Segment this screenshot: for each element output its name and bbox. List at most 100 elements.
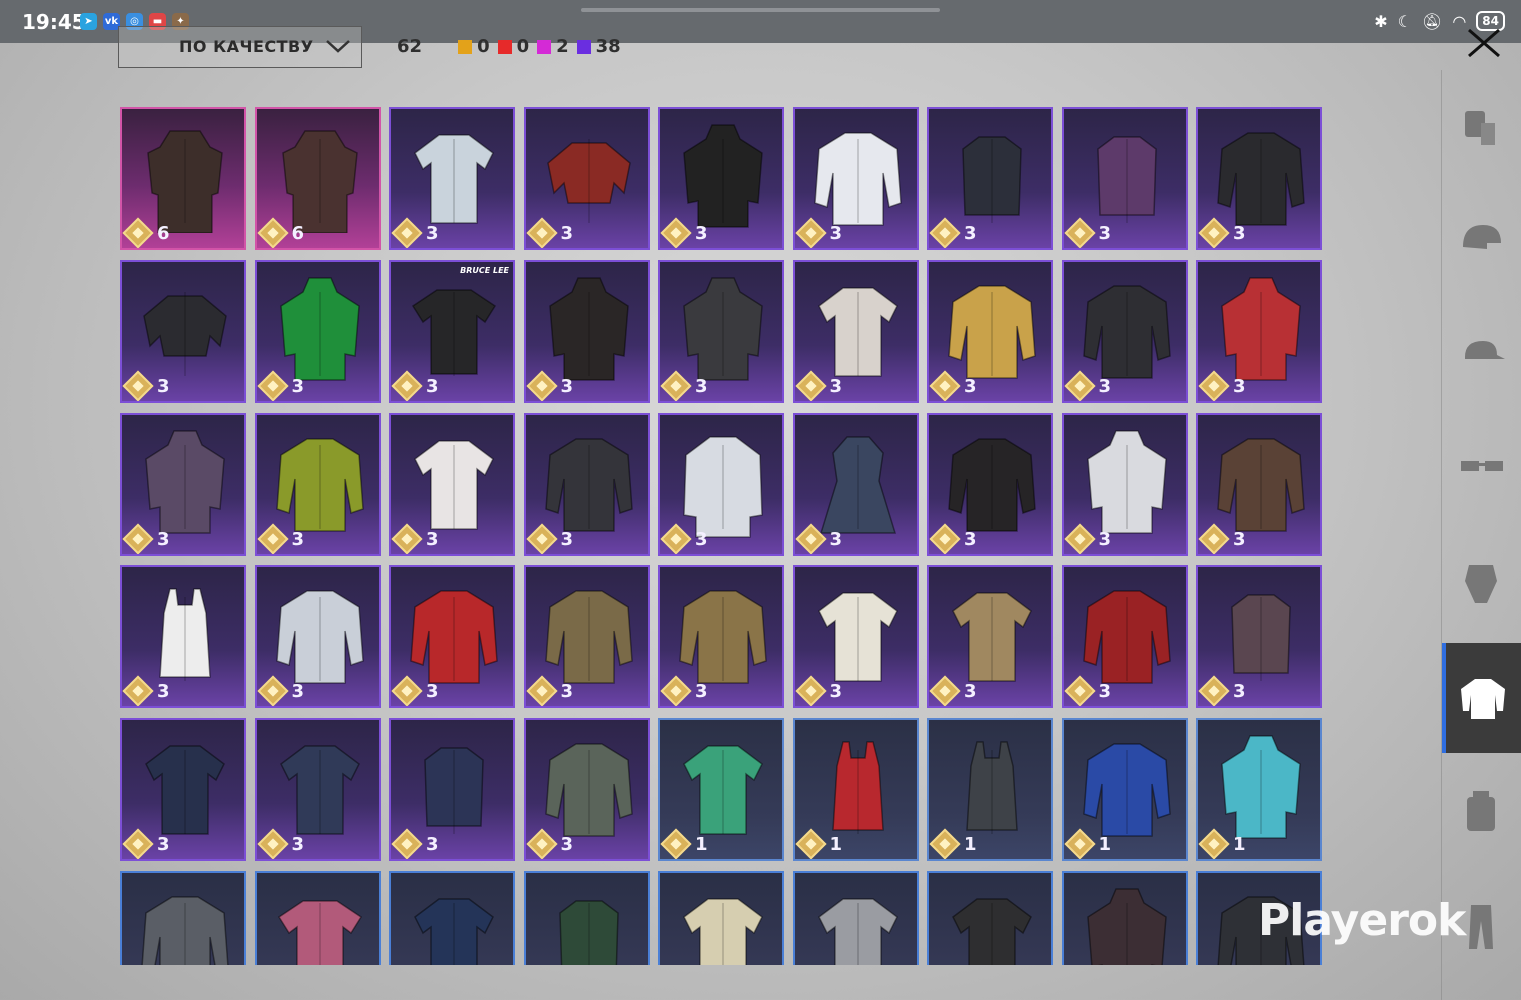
item-value: 3 (426, 375, 439, 397)
item-tile[interactable]: 3 (254, 718, 381, 862)
item-tile[interactable]: 3 (389, 412, 515, 556)
vest-icon (424, 747, 484, 835)
item-tile[interactable]: 3 (1196, 412, 1322, 556)
item-value: 3 (829, 223, 843, 244)
item-tile[interactable]: 3 (254, 412, 381, 556)
item-value: 1 (964, 834, 977, 856)
item-tile[interactable] (120, 871, 246, 965)
item-tile[interactable]: 3 (792, 107, 919, 250)
close-icon[interactable] (1463, 26, 1505, 58)
shirt-icon (414, 134, 494, 224)
item-tile[interactable]: 3 (1061, 412, 1188, 556)
tank-top-icon (831, 741, 884, 835)
item-tile[interactable]: 3 (120, 718, 246, 862)
item-tile[interactable]: 3 (1196, 259, 1322, 403)
category-tab[interactable] (1442, 301, 1521, 411)
shirt-icon (683, 898, 763, 965)
moon-icon: ☾ (1397, 11, 1413, 31)
item-tile[interactable] (792, 871, 919, 965)
category-tab[interactable] (1442, 643, 1521, 753)
sort-label: ПО КАЧЕСТВУ (179, 37, 314, 56)
shirt-icon (145, 745, 225, 835)
item-tile[interactable] (389, 871, 515, 965)
item-tile[interactable]: 3 (1196, 107, 1322, 250)
item-tile[interactable]: 3 (523, 565, 650, 709)
item-tile[interactable]: 3 (389, 107, 515, 250)
item-tile[interactable]: 3 (1061, 565, 1188, 709)
item-tile[interactable]: BRUCE LEE 3 (389, 259, 515, 403)
item-tile[interactable]: 3 (523, 259, 650, 403)
item-tile[interactable] (1061, 871, 1188, 965)
hoodie-icon (1086, 888, 1167, 965)
item-value: 3 (560, 223, 574, 244)
item-tile[interactable] (658, 871, 784, 965)
item-tile[interactable]: 3 (1061, 259, 1188, 403)
item-tile[interactable]: 3 (792, 565, 919, 709)
item-tile[interactable]: 3 (120, 412, 246, 556)
drag-handle[interactable] (581, 8, 940, 12)
category-tab[interactable] (1442, 187, 1521, 297)
item-tile[interactable]: 3 (120, 565, 246, 709)
item-tile[interactable]: 3 (1061, 107, 1188, 250)
category-tab[interactable] (1442, 415, 1521, 525)
jacket-icon (813, 132, 902, 226)
item-tile[interactable]: 1 (792, 718, 919, 862)
item-value: 3 (1233, 681, 1246, 703)
jacket-icon (1461, 679, 1505, 719)
sort-dropdown[interactable]: ПО КАЧЕСТВУ (118, 26, 362, 68)
item-tile[interactable]: 3 (927, 259, 1053, 403)
item-tile[interactable]: 3 (792, 259, 919, 403)
item-tile[interactable]: 3 (389, 565, 515, 709)
rarity-swatch (497, 39, 512, 54)
item-tile[interactable] (523, 871, 650, 965)
jacket-icon (275, 590, 364, 685)
rarity-count-value: 2 (556, 36, 569, 57)
jacket-icon (679, 590, 767, 685)
item-tile[interactable]: 1 (1061, 718, 1188, 862)
item-tile[interactable]: 3 (523, 107, 650, 250)
item-tile[interactable]: 6 (254, 107, 381, 250)
item-tile[interactable]: 3 (927, 565, 1053, 709)
item-value: 3 (695, 681, 708, 703)
item-tile[interactable]: 3 (254, 259, 381, 403)
item-tile[interactable]: 3 (927, 107, 1053, 250)
item-tile[interactable]: 1 (1196, 718, 1322, 862)
dress-icon (819, 435, 896, 534)
item-tile[interactable]: 3 (523, 718, 650, 862)
coat-icon (683, 435, 763, 538)
clock: 19:45 (22, 10, 86, 34)
item-value: 3 (157, 681, 170, 703)
item-value: 3 (1233, 223, 1246, 244)
item-tile[interactable]: 3 (120, 259, 246, 403)
item-tile[interactable]: 3 (792, 412, 919, 556)
item-tile[interactable]: 3 (389, 718, 515, 862)
category-tab[interactable] (1442, 529, 1521, 639)
item-tile[interactable] (254, 871, 381, 965)
item-tile[interactable]: 1 (658, 718, 784, 862)
item-value: 3 (426, 681, 439, 703)
item-tile[interactable]: 3 (658, 412, 784, 556)
item-tile[interactable]: 3 (658, 107, 784, 250)
category-tab[interactable] (1442, 757, 1521, 867)
item-tile[interactable] (927, 871, 1053, 965)
item-tile[interactable]: 6 (120, 107, 246, 250)
tank-top-icon (966, 741, 1018, 835)
mask-icon (1465, 565, 1497, 603)
category-tab[interactable] (1442, 73, 1521, 183)
item-tile[interactable]: 1 (927, 718, 1053, 862)
outfit-icon (1465, 111, 1495, 145)
item-tile[interactable]: 3 (1196, 565, 1322, 709)
brand-label: BRUCE LEE (460, 265, 509, 275)
item-value: 3 (291, 375, 305, 397)
item-tile[interactable]: 3 (658, 565, 784, 709)
item-value: 3 (157, 375, 170, 397)
rarity-count-purple: 38 (576, 36, 621, 57)
item-tile[interactable]: 3 (523, 412, 650, 556)
item-tile[interactable]: 3 (927, 412, 1053, 556)
item-value: 3 (829, 528, 843, 550)
jacket-icon (141, 896, 229, 965)
item-value: 3 (291, 834, 305, 856)
item-tile[interactable]: 3 (658, 259, 784, 403)
hoodie-icon (683, 124, 763, 228)
item-tile[interactable]: 3 (254, 565, 381, 709)
